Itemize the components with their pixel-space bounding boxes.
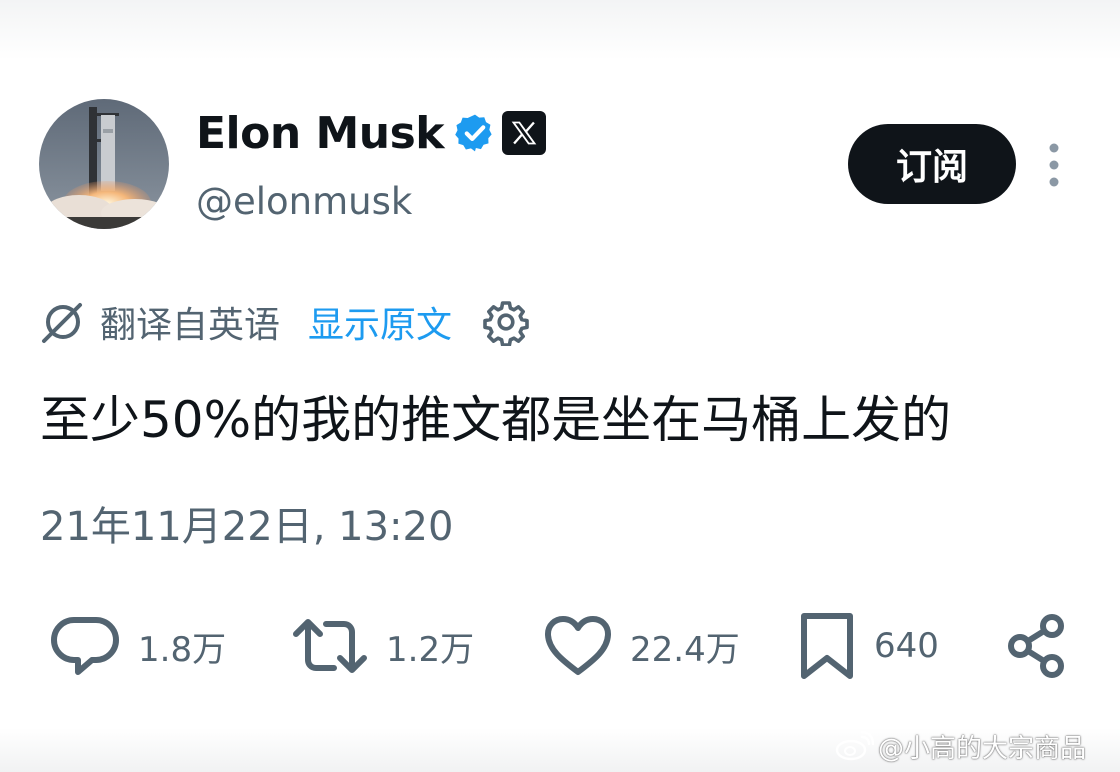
watermark-text: @小高的大宗商品 <box>878 733 1087 764</box>
author-name[interactable]: Elon Musk <box>196 108 445 159</box>
retweet-count: 1.2万 <box>386 629 475 670</box>
reply-button[interactable]: 1.8万 <box>50 610 226 682</box>
reply-count: 1.8万 <box>138 629 227 670</box>
gear-icon[interactable] <box>482 298 530 346</box>
avatar[interactable] <box>39 99 169 229</box>
heart-icon <box>545 616 611 675</box>
share-button[interactable] <box>1004 610 1072 682</box>
translation-bar: 翻译自英语 显示原文 <box>40 296 530 348</box>
action-bar: 1.8万 1.2万 22.4万 640 <box>0 610 1120 682</box>
watermark: @小高的大宗商品 <box>834 730 1087 764</box>
translated-from-label: 翻译自英语 <box>100 305 281 346</box>
verified-badge-icon <box>455 114 492 152</box>
top-edge <box>0 0 1120 60</box>
tweet-timestamp[interactable]: 21年11月22日, 13:20 <box>40 494 453 552</box>
subscribe-button[interactable]: 订阅 <box>848 124 1016 204</box>
tweet-text: 至少50%的我的推文都是坐在马桶上发的 <box>40 391 952 449</box>
author-row: Elon Musk <box>196 108 547 159</box>
retweet-icon <box>293 619 367 673</box>
more-vertical-icon[interactable] <box>1044 142 1064 188</box>
weibo-icon <box>835 731 874 761</box>
like-button[interactable]: 22.4万 <box>544 610 740 682</box>
share-icon <box>1008 614 1064 678</box>
bookmark-button[interactable]: 640 <box>798 610 939 682</box>
bookmark-count: 640 <box>874 626 939 666</box>
bookmark-icon <box>801 613 853 679</box>
show-original-link[interactable]: 显示原文 <box>308 296 452 348</box>
author-handle[interactable]: @elonmusk <box>196 180 412 223</box>
retweet-button[interactable]: 1.2万 <box>292 610 474 682</box>
x-logo-icon <box>502 111 547 155</box>
like-count: 22.4万 <box>630 629 740 670</box>
translate-icon <box>42 303 82 343</box>
reply-icon <box>51 617 119 675</box>
